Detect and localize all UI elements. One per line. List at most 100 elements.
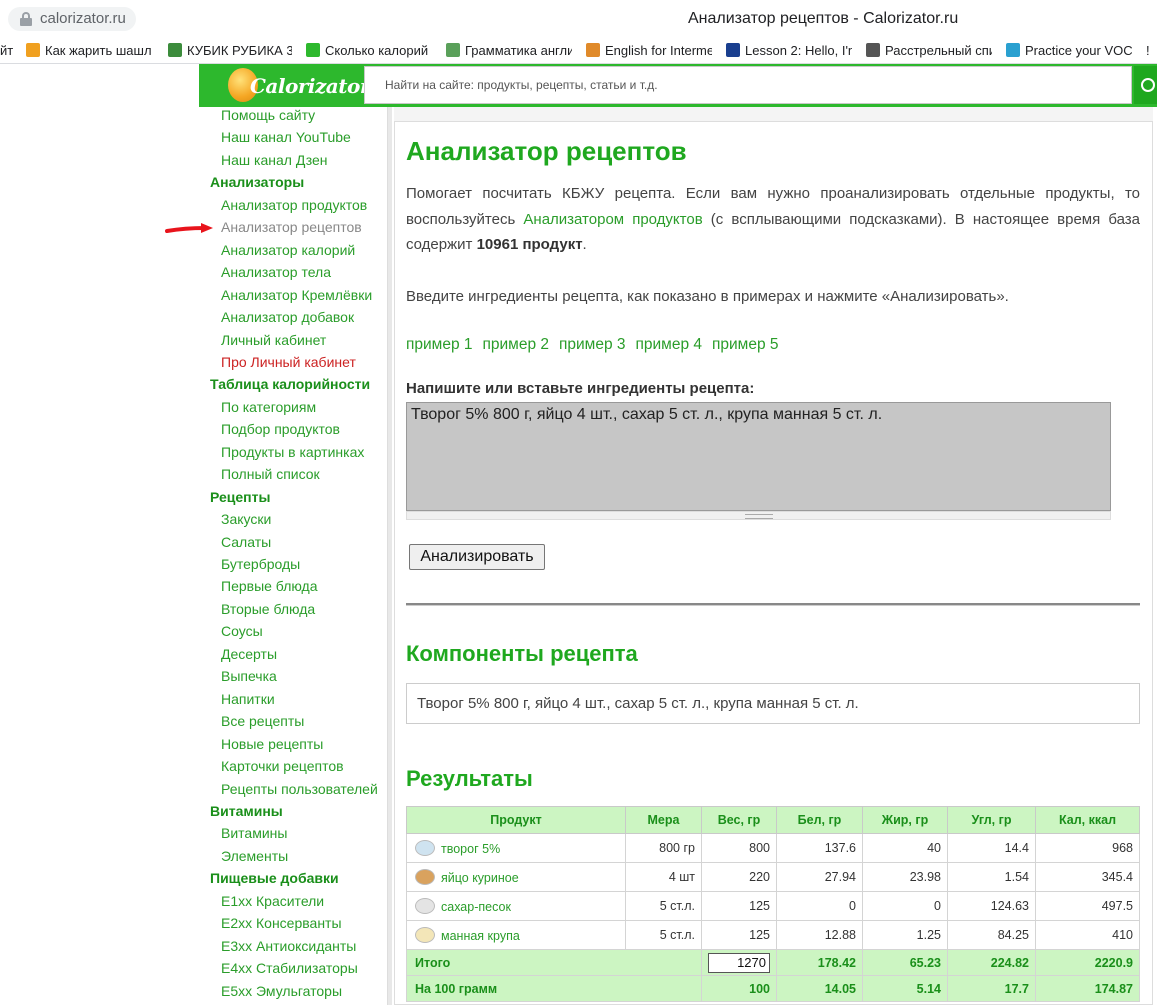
sidebar-item[interactable]: Продукты в картинках: [221, 441, 364, 463]
kcal-cell: 174.87: [1035, 975, 1140, 1002]
product-link[interactable]: творог 5%: [441, 842, 500, 856]
recipe-textarea[interactable]: Творог 5% 800 г, яйцо 4 шт., сахар 5 ст.…: [406, 402, 1111, 511]
row-label: Итого: [406, 949, 702, 976]
sidebar-item[interactable]: Анализатор продуктов: [221, 194, 367, 216]
product-link[interactable]: яйцо куриное: [441, 871, 519, 885]
page-title: Анализатор рецептов: [406, 136, 687, 166]
bookmark-label: !: [1146, 43, 1150, 58]
sidebar-item[interactable]: Новые рецепты: [221, 733, 323, 755]
kcal-cell: 2220.9: [1035, 949, 1140, 976]
sidebar-scrollbar[interactable]: [388, 107, 392, 1005]
sidebar-section-heading: Пищевые добавки: [210, 870, 339, 887]
site-logo[interactable]: Calorizator: [250, 74, 370, 98]
bookmark-item[interactable]: Грамматика англи: [446, 42, 572, 60]
example-link[interactable]: пример 2: [483, 336, 550, 353]
sidebar-item[interactable]: Рецепты пользователей: [221, 778, 378, 800]
sidebar-item[interactable]: Про Личный кабинет: [221, 351, 356, 373]
sidebar-item[interactable]: Выпечка: [221, 665, 277, 687]
sidebar-item[interactable]: Витамины: [221, 822, 287, 844]
bookmark-label: КУБИК РУБИКА 3Х: [187, 43, 292, 58]
sidebar-item[interactable]: Анализатор рецептов: [221, 216, 362, 238]
weight-cell: 125: [701, 920, 777, 950]
sidebar-item[interactable]: Подбор продуктов: [221, 418, 340, 440]
measure-cell: 4 шт: [625, 862, 702, 892]
example-link[interactable]: пример 5: [712, 336, 779, 353]
bookmark-favicon-icon: [168, 43, 182, 57]
bookmark-item[interactable]: !: [1146, 42, 1157, 60]
measure-cell: 5 ст.л.: [625, 920, 702, 950]
per-100g-row: На 100 грамм 100 14.05 5.14 17.7 174.87: [406, 975, 1140, 1002]
sidebar-item[interactable]: Соусы: [221, 620, 263, 642]
sidebar-item[interactable]: Салаты: [221, 531, 271, 553]
product-link[interactable]: манная крупа: [441, 929, 520, 943]
example-link[interactable]: пример 3: [559, 336, 626, 353]
sidebar-item[interactable]: Наш канал Дзен: [221, 149, 328, 171]
sidebar-nav: Помощь сайту Наш канал YouTube Наш канал Д…: [199, 107, 388, 1005]
sidebar-item[interactable]: Вторые блюда: [221, 598, 315, 620]
sidebar-item[interactable]: Карточки рецептов: [221, 755, 344, 777]
search-button[interactable]: [1134, 66, 1157, 104]
product-cell: яйцо куриное: [406, 862, 626, 892]
bookmark-item[interactable]: КУБИК РУБИКА 3Х: [168, 42, 292, 60]
sidebar-item[interactable]: Анализатор калорий: [221, 239, 355, 261]
sidebar-item[interactable]: Анализатор Кремлёвки: [221, 284, 372, 306]
address-bar[interactable]: calorizator.ru: [8, 7, 136, 31]
protein-cell: 0: [776, 891, 863, 921]
sidebar-item[interactable]: Десерты: [221, 643, 277, 665]
bookmark-item[interactable]: Lesson 2: Hello, I'm: [726, 42, 852, 60]
bookmark-label: English for Interme: [605, 43, 712, 58]
sidebar-item[interactable]: Закуски: [221, 508, 271, 530]
protein-cell: 14.05: [776, 975, 863, 1002]
protein-cell: 178.42: [776, 949, 863, 976]
bookmark-label: Сколько калорий: [325, 43, 429, 58]
fat-cell: 5.14: [862, 975, 948, 1002]
weight-cell: [701, 949, 777, 976]
sidebar-section-heading: Рецепты: [210, 488, 271, 505]
fat-cell: 40: [862, 833, 948, 863]
product-analyzer-link[interactable]: Анализатором продуктов: [523, 211, 702, 228]
intro-paragraph: Помогает посчитать КБЖУ рецепта. Если ва…: [406, 181, 1140, 258]
sidebar-item[interactable]: Наш канал YouTube: [221, 126, 351, 148]
column-header: Мера: [625, 806, 702, 834]
sidebar-item[interactable]: Все рецепты: [221, 710, 304, 732]
browser-titlebar: calorizator.ru Анализатор рецептов - Cal…: [0, 0, 1157, 38]
sidebar-item[interactable]: Напитки: [221, 688, 275, 710]
sidebar-item[interactable]: Помощь сайту: [221, 104, 315, 126]
sidebar-item[interactable]: Элементы: [221, 845, 288, 867]
total-weight-input[interactable]: [708, 952, 770, 973]
column-header: Вес, гр: [701, 806, 777, 834]
carbs-cell: 1.54: [947, 862, 1036, 892]
weight-cell: 220: [701, 862, 777, 892]
carbs-cell: 224.82: [947, 949, 1036, 976]
sidebar-item[interactable]: E3xx Антиоксиданты: [221, 935, 356, 957]
sidebar-item[interactable]: E2xx Консерванты: [221, 912, 342, 934]
bookmark-item[interactable]: Сколько калорий: [306, 42, 432, 60]
column-header: Продукт: [406, 806, 626, 834]
bookmark-item[interactable]: Расстрельный спи: [866, 42, 992, 60]
search-input[interactable]: [385, 67, 1125, 103]
analyze-button[interactable]: Анализировать: [409, 544, 545, 570]
bookmark-item[interactable]: йт: [0, 42, 20, 60]
bookmark-item[interactable]: English for Interme: [586, 42, 712, 60]
sidebar-item[interactable]: Первые блюда: [221, 575, 318, 597]
bookmark-item[interactable]: Practice your VOCA: [1006, 42, 1132, 60]
egg-icon: [415, 869, 435, 885]
table-row: яйцо куриное 4 шт 220 27.94 23.98 1.54 345.4: [406, 862, 1140, 892]
bookmark-item[interactable]: Как жарить шашл: [26, 42, 154, 60]
example-link[interactable]: пример 4: [636, 336, 703, 353]
product-link[interactable]: сахар-песок: [441, 900, 511, 914]
sidebar-item[interactable]: E1xx Красители: [221, 890, 324, 912]
sidebar-item[interactable]: Личный кабинет: [221, 329, 326, 351]
sidebar-item[interactable]: Анализатор тела: [221, 261, 331, 283]
sidebar-item[interactable]: Бутерброды: [221, 553, 300, 575]
sidebar-item[interactable]: E5xx Эмульгаторы: [221, 980, 342, 1002]
sidebar-item[interactable]: Анализатор добавок: [221, 306, 354, 328]
textarea-resize-grip[interactable]: [406, 511, 1111, 520]
results-table: Продукт Мера Вес, гр Бел, гр Жир, гр Угл, гр К…: [406, 806, 1140, 1002]
sidebar-item[interactable]: Полный список: [221, 463, 320, 485]
sidebar-item[interactable]: E4xx Стабилизаторы: [221, 957, 358, 979]
product-cell: творог 5%: [406, 833, 626, 863]
bookmark-favicon-icon: [306, 43, 320, 57]
example-link[interactable]: пример 1: [406, 336, 473, 353]
sidebar-item[interactable]: По категориям: [221, 396, 316, 418]
